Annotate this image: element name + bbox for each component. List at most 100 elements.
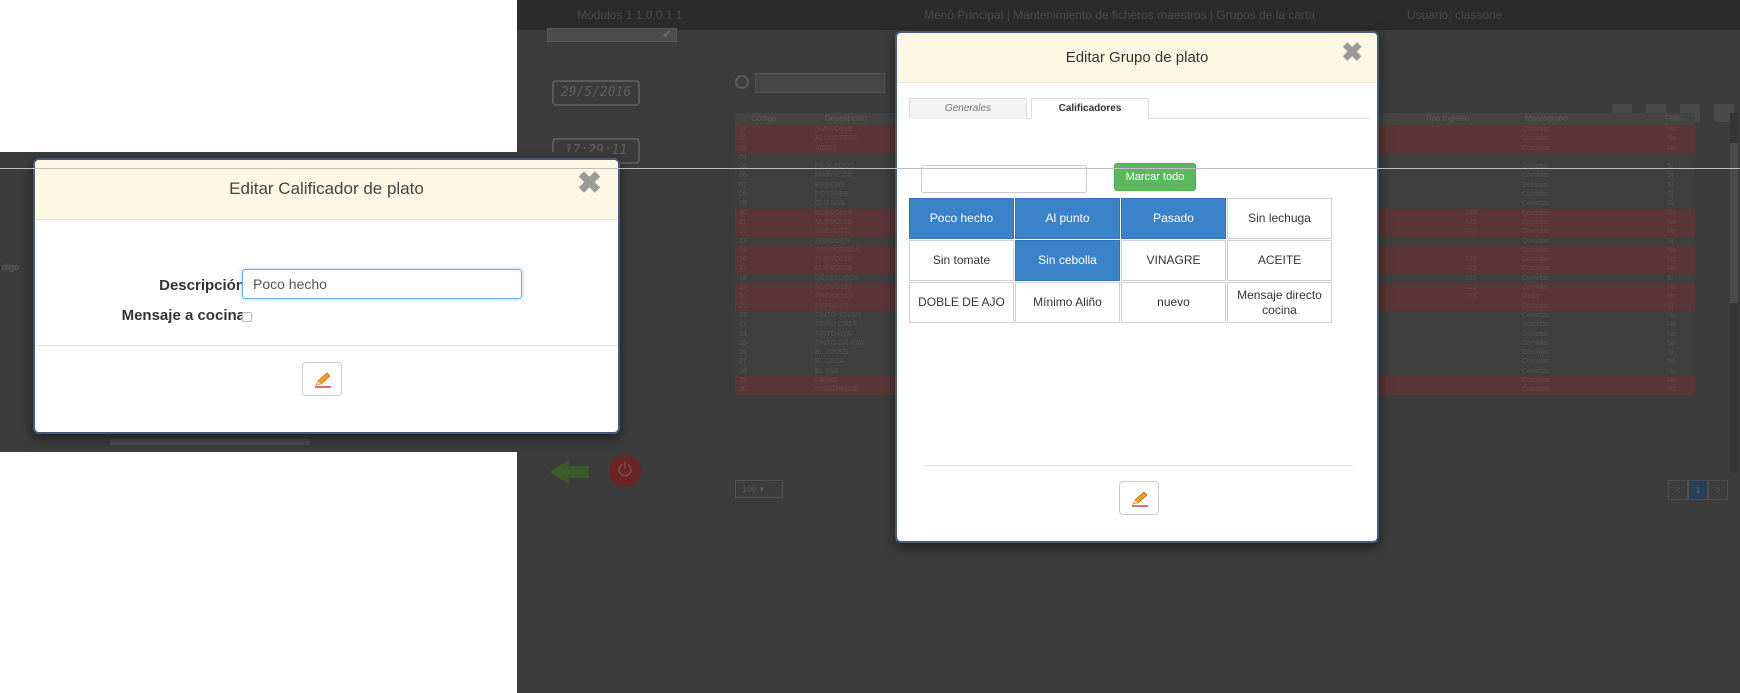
cell-foto: No <box>1667 256 1676 264</box>
calificador-toggle[interactable]: Sin lechuga <box>1227 198 1332 239</box>
calificador-toggle[interactable]: Poco hecho <box>909 198 1014 239</box>
cell-macro: Comidas <box>1522 228 1550 236</box>
cell-code: 04 <box>739 153 747 161</box>
cell-foto: Sí <box>1667 200 1674 208</box>
calificador-toggle[interactable]: Pasado <box>1121 198 1226 239</box>
module-select[interactable]: ✔ <box>547 27 677 42</box>
calificador-filter-input[interactable] <box>921 165 1087 193</box>
app-topbar: Módulos 1.1.0.0.1.1 Menú Principal | Man… <box>517 0 1740 30</box>
col-descripcion[interactable]: Descripción <box>825 114 867 123</box>
cell-code: 19 <box>739 284 747 292</box>
close-icon[interactable]: ✖ <box>1341 37 1363 68</box>
cell-macro: Comidas <box>1522 274 1550 282</box>
cell-foto: Sí <box>1667 181 1674 189</box>
pager-prev[interactable]: < <box>1668 480 1688 500</box>
cell-desc: BL CRZA <box>815 358 845 366</box>
guide-line <box>0 168 1740 169</box>
col-macrogrupo[interactable]: Macrogrupo <box>1525 114 1568 123</box>
cell-code: 16 <box>739 256 747 264</box>
col-foto[interactable]: Foto <box>1665 114 1681 123</box>
cell-desc: TEMPORADA <box>815 246 860 254</box>
cell-foto: Sí <box>1667 172 1674 180</box>
calificador-toggle[interactable]: Mínimo Aliño <box>1015 282 1120 323</box>
pencil-icon <box>1132 491 1148 507</box>
cell-foto: No <box>1667 126 1676 133</box>
edit-group-modal: Editar Grupo de plato ✖ Generales Califi… <box>895 31 1379 543</box>
edit-button[interactable] <box>1119 481 1159 515</box>
cell-code: 29 <box>739 377 747 385</box>
cell-desc: CHAMPAGNE <box>815 386 860 394</box>
cell-tipo: 123 <box>1465 209 1477 217</box>
cell-macro: Comidas <box>1522 321 1550 329</box>
app-search-input[interactable] <box>755 73 885 93</box>
cell-code: 09 <box>739 200 747 208</box>
cell-macro: Bebidas <box>1522 181 1548 189</box>
close-icon[interactable]: ✖ <box>577 166 602 201</box>
modal-header: Editar Calificador de plato ✖ <box>35 160 618 220</box>
cell-foto: No <box>1667 135 1676 143</box>
cell-desc: TINTO GR RVA <box>815 339 865 347</box>
breadcrumb[interactable]: Menú Principal | Mantenimiento de ficher… <box>924 8 1315 22</box>
tab-generales[interactable]: Generales <box>909 98 1027 119</box>
page-size-select[interactable]: 100 ▾ <box>735 480 783 498</box>
power-icon[interactable]: ⏻ <box>609 455 641 487</box>
cell-macro: Comidas <box>1522 284 1550 292</box>
cell-code: 30 <box>739 386 747 394</box>
cell-macro: Comidas <box>1522 367 1550 375</box>
modules-version: Módulos 1.1.0.0.1.1 <box>577 8 683 22</box>
cell-desc: ALQUILERES <box>815 135 859 143</box>
cell-desc: TINTO RVA <box>815 330 852 338</box>
pager-next[interactable]: > <box>1708 480 1728 500</box>
mensaje-cocina-checkbox[interactable] <box>242 312 252 322</box>
cell-foto: No <box>1667 386 1676 394</box>
calificador-toggle[interactable]: Mensaje directo cocina <box>1227 282 1332 323</box>
scrollbar-thumb[interactable] <box>1730 143 1738 303</box>
cell-macro: Comidas <box>1522 377 1550 385</box>
cell-macro: Comidas <box>1522 330 1550 338</box>
screen: Módulos 1.1.0.0.1.1 Menú Principal | Man… <box>0 0 1740 693</box>
back-arrow-icon[interactable] <box>549 460 569 484</box>
cell-desc: NUEVO192 <box>815 284 852 292</box>
col-tipo-ingreso[interactable]: Tipo Ingreso <box>1425 114 1469 123</box>
calificador-toggle[interactable]: VINAGRE <box>1121 240 1226 281</box>
cell-macro: Comidas <box>1522 200 1550 208</box>
cell-foto: No <box>1667 265 1676 273</box>
descripcion-input[interactable] <box>242 269 522 299</box>
cell-tipo: 123 <box>1465 228 1477 236</box>
cell-foto: Sí <box>1667 274 1674 282</box>
cell-foto: No <box>1667 377 1676 385</box>
edit-calificador-modal: Editar Calificador de plato ✖ Descripció… <box>33 158 620 434</box>
cell-desc: NUEVO214 <box>815 256 852 264</box>
cell-code: 12 <box>739 228 747 236</box>
back-arrow-tail[interactable] <box>567 466 589 478</box>
cell-code: 20 <box>739 293 747 301</box>
search-icon[interactable] <box>735 75 749 89</box>
calificador-toggle[interactable]: nuevo <box>1121 282 1226 323</box>
table-scrollbar[interactable] <box>1730 113 1738 473</box>
cell-foto: No <box>1667 311 1676 319</box>
cell-code: 01 <box>739 126 747 133</box>
tab-bar: Generales Calificadores <box>909 98 1369 119</box>
calificador-toggle[interactable]: DOBLE DE AJO <box>909 282 1014 323</box>
cell-macro: Comidas <box>1522 386 1550 394</box>
cell-macro: Comidas <box>1522 218 1550 226</box>
cell-desc: TINTO CRZA <box>815 321 857 329</box>
calificador-toggle[interactable]: Sin cebolla <box>1015 240 1120 281</box>
check-icon[interactable]: ✔ <box>662 27 672 41</box>
cell-desc: ARROCES <box>815 237 850 245</box>
cell-code: 18 <box>739 274 747 282</box>
cell-code: 23 <box>739 321 747 329</box>
edit-button[interactable] <box>302 362 342 396</box>
pager-page-1[interactable]: 1 <box>1688 480 1708 500</box>
divider <box>35 345 618 346</box>
cell-macro: Comidas <box>1522 311 1550 319</box>
calificador-toggle[interactable]: Al punto <box>1015 198 1120 239</box>
cell-desc: MARISCOS <box>815 172 853 180</box>
divider <box>923 465 1353 466</box>
mensaje-cocina-label: Mensaje a cocina <box>121 307 245 324</box>
calificador-toggle[interactable]: Sin tomate <box>909 240 1014 281</box>
col-codigo[interactable]: Código <box>751 114 776 123</box>
cell-desc: NUEVO189 <box>815 126 852 133</box>
tab-calificadores[interactable]: Calificadores <box>1031 98 1149 119</box>
calificador-toggle[interactable]: ACEITE <box>1227 240 1332 281</box>
